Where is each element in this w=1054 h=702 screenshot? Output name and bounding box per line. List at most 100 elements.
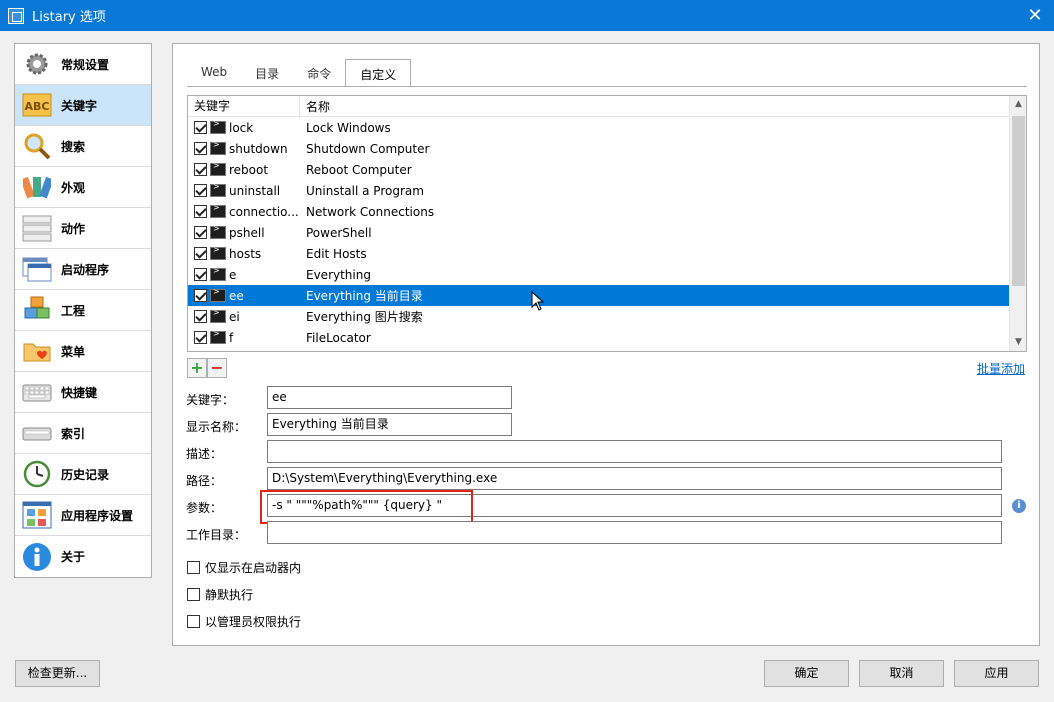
sidebar-item-app-settings[interactable]: 应用程序设置 <box>15 495 151 536</box>
command-prompt-icon <box>210 266 226 281</box>
close-button[interactable]: ✕ <box>1024 5 1046 27</box>
row-checkbox[interactable] <box>194 205 207 218</box>
sidebar-item-label: 快捷键 <box>61 385 98 400</box>
table-row[interactable]: ee Everything 当前目录 <box>188 285 1026 306</box>
sidebar-item-label: 应用程序设置 <box>61 508 134 523</box>
option-run-as-admin[interactable]: 以管理员权限执行 <box>187 613 301 630</box>
display-name-input[interactable]: Everything 当前目录 <box>267 413 512 436</box>
params-label: 参数： <box>186 501 223 515</box>
sidebar-item-label: 搜索 <box>61 139 86 154</box>
scroll-down-arrow-icon[interactable]: ▼ <box>1010 334 1026 351</box>
row-keyword: shutdown <box>229 141 288 156</box>
table-row[interactable]: f FileLocator <box>188 327 1026 348</box>
row-checkbox[interactable] <box>194 310 207 323</box>
apply-button[interactable]: 应用 <box>954 660 1039 687</box>
command-prompt-icon <box>210 224 226 239</box>
sidebar-item-label: 外观 <box>61 180 86 195</box>
display-name-label: 显示名称： <box>186 420 247 434</box>
sidebar-item-menu[interactable]: 菜单 <box>15 331 151 372</box>
sidebar-item-appearance[interactable]: 外观 <box>15 167 151 208</box>
sidebar-item-label: 菜单 <box>61 344 86 359</box>
tab-custom[interactable]: 自定义 <box>345 59 412 87</box>
checkbox[interactable] <box>187 588 200 601</box>
description-input[interactable] <box>267 440 1002 463</box>
table-row[interactable]: shutdown Shutdown Computer <box>188 138 1026 159</box>
row-checkbox[interactable] <box>194 121 207 134</box>
row-checkbox[interactable] <box>194 268 207 281</box>
scroll-up-arrow-icon[interactable]: ▲ <box>1010 96 1026 113</box>
checkbox[interactable] <box>187 615 200 628</box>
row-checkbox[interactable] <box>194 226 207 239</box>
workdir-input[interactable] <box>267 521 1002 544</box>
row-checkbox[interactable] <box>194 247 207 260</box>
sidebar-item-hotkeys[interactable]: 快捷键 <box>15 372 151 413</box>
table-row[interactable]: pshell PowerShell <box>188 222 1026 243</box>
command-prompt-icon <box>210 245 226 260</box>
table-row[interactable]: e Everything <box>188 264 1026 285</box>
table-row[interactable]: reboot Reboot Computer <box>188 159 1026 180</box>
option-label: 以管理员权限执行 <box>205 615 302 629</box>
check-update-button[interactable]: 检查更新... <box>15 660 100 687</box>
sidebar-item-keywords[interactable]: ABC 关键字 <box>15 85 151 126</box>
sidebar-item-index[interactable]: 索引 <box>15 413 151 454</box>
row-checkbox[interactable] <box>194 163 207 176</box>
batch-add-link[interactable]: 批量添加 <box>977 360 1025 377</box>
sidebar-item-general[interactable]: 常规设置 <box>15 44 151 85</box>
sidebar-item-label: 启动程序 <box>61 262 110 277</box>
svg-text:ABC: ABC <box>25 100 50 113</box>
checkbox[interactable] <box>187 561 200 574</box>
sidebar-item-launcher[interactable]: 启动程序 <box>15 249 151 290</box>
action-list-icon <box>21 212 53 244</box>
scroll-thumb[interactable] <box>1012 116 1025 286</box>
row-name: PowerShell <box>306 225 372 240</box>
table-row[interactable]: ei Everything 图片搜索 <box>188 306 1026 327</box>
sidebar: 常规设置 ABC 关键字 搜索 外观 动作 启动程序 工程 菜单 快捷键 索引 … <box>14 43 152 578</box>
cancel-button[interactable]: 取消 <box>859 660 944 687</box>
option-silent-exec[interactable]: 静默执行 <box>187 586 253 603</box>
row-name: Shutdown Computer <box>306 141 430 156</box>
sidebar-item-label: 常规设置 <box>61 57 110 72</box>
column-header-keyword[interactable]: 关键字 <box>188 96 300 117</box>
table-row[interactable]: lock Lock Windows <box>188 117 1026 138</box>
tab-directory[interactable]: 目录 <box>241 59 293 87</box>
sidebar-item-projects[interactable]: 工程 <box>15 290 151 331</box>
keyword-input[interactable]: ee <box>267 386 512 409</box>
row-name: Everything 图片搜索 <box>306 310 423 324</box>
info-icon[interactable]: i <box>1012 499 1026 513</box>
keyword-list: 关键字 名称 lock Lock Windows shutdown Shutdown … <box>187 95 1027 352</box>
window-title: Listary 选项 <box>32 10 106 25</box>
tab-command[interactable]: 命令 <box>293 59 345 87</box>
tab-strip: Web 目录 命令 自定义 <box>187 59 412 87</box>
mouse-cursor-icon <box>531 291 545 311</box>
table-row[interactable]: connectio... Network Connections <box>188 201 1026 222</box>
table-row[interactable]: hosts Edit Hosts <box>188 243 1026 264</box>
row-keyword: reboot <box>229 162 269 177</box>
sidebar-item-search[interactable]: 搜索 <box>15 126 151 167</box>
list-scrollbar[interactable]: ▲ ▼ <box>1009 96 1026 351</box>
ok-button[interactable]: 确定 <box>764 660 849 687</box>
sidebar-item-history[interactable]: 历史记录 <box>15 454 151 495</box>
tab-web[interactable]: Web <box>187 59 241 87</box>
sidebar-item-about[interactable]: 关于 <box>15 536 151 577</box>
info-icon <box>21 541 53 573</box>
title-bar: Listary 选项 ✕ <box>0 0 1054 31</box>
tab-divider <box>187 86 1027 87</box>
row-name: Lock Windows <box>306 120 391 135</box>
clock-icon <box>21 458 53 490</box>
sidebar-item-actions[interactable]: 动作 <box>15 208 151 249</box>
row-keyword: e <box>229 267 237 282</box>
option-launcher-only[interactable]: 仅显示在启动器内 <box>187 559 301 576</box>
table-row[interactable]: uninstall Uninstall a Program <box>188 180 1026 201</box>
remove-keyword-button[interactable]: − <box>207 358 227 378</box>
row-name: FileLocator <box>306 330 371 345</box>
row-keyword: connectio... <box>229 204 299 219</box>
row-checkbox[interactable] <box>194 142 207 155</box>
path-input[interactable]: D:\System\Everything\Everything.exe <box>267 467 1002 490</box>
row-checkbox[interactable] <box>194 184 207 197</box>
row-checkbox[interactable] <box>194 331 207 344</box>
command-prompt-icon <box>210 287 226 302</box>
column-header-name[interactable]: 名称 <box>300 98 330 115</box>
row-checkbox[interactable] <box>194 289 207 302</box>
command-prompt-icon <box>210 161 226 176</box>
add-keyword-button[interactable]: + <box>187 358 207 378</box>
